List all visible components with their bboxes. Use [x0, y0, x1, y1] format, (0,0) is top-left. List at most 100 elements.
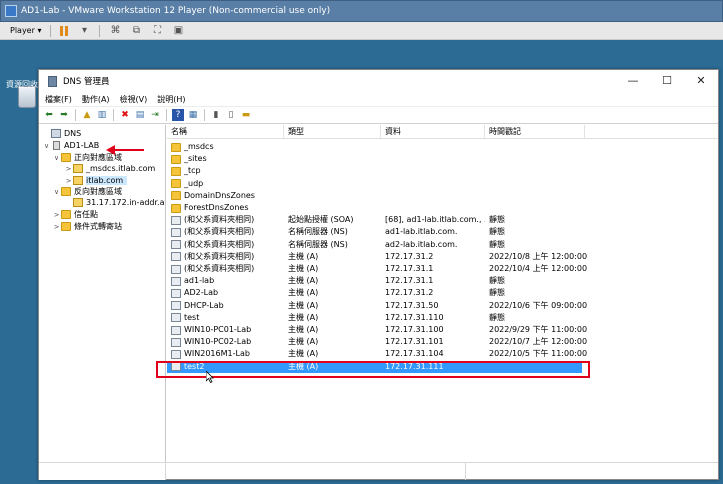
table-row[interactable]: _tcp: [167, 165, 718, 177]
table-row[interactable]: (和父系資料夾相同) 名稱伺服器 (NS) ad1-lab.itlab.com. 靜態: [167, 226, 718, 238]
dns-manager-window: DNS 管理員 — ☐ ✕ 檔案(F) 動作(A) 檢視(V) 說明(H) ⬅ …: [38, 69, 719, 480]
table-row[interactable]: test 主機 (A) 172.17.31.110 靜態: [167, 312, 718, 324]
column-header-data[interactable]: 資料: [381, 125, 485, 139]
dns-toolbar: ⬅ ➡ ▲ ▥ ✖ ▤ ⇥ ? ▦ ▮ ▯ ▬: [39, 106, 718, 124]
cell-type: [288, 202, 380, 214]
chevron-right-icon[interactable]: >: [64, 165, 73, 173]
back-icon[interactable]: ⬅: [43, 109, 55, 121]
cell-type: 主機 (A): [288, 337, 319, 347]
dropdown-icon[interactable]: ▾: [78, 25, 90, 37]
column-header-name[interactable]: 名稱: [167, 125, 284, 139]
tree-item-trust-points[interactable]: > 信任點: [52, 209, 98, 220]
table-row[interactable]: _udp: [167, 178, 718, 190]
folder-icon: [171, 203, 181, 213]
table-row[interactable]: WIN10-PC02-Lab 主機 (A) 172.17.31.101 2022/10…: [167, 336, 718, 348]
column-header-type[interactable]: 類型: [284, 125, 381, 139]
tree-item-itlab-zone[interactable]: > itlab.com: [64, 175, 128, 186]
dns-record-icon: [171, 264, 181, 274]
table-row[interactable]: (和父系資料夾相同) 起始點授權 (SOA) [68], ad1-lab.itlab…: [167, 214, 718, 226]
chevron-right-icon[interactable]: >: [52, 211, 61, 219]
forward-icon[interactable]: ➡: [58, 109, 70, 121]
cell-timestamp: 2022/10/5 下午 11:00:00: [489, 349, 588, 359]
table-row[interactable]: (和父系資料夾相同) 主機 (A) 172.17.31.1 2022/10/4 上午 …: [167, 263, 718, 275]
dns-record-icon: [171, 240, 181, 250]
table-row[interactable]: _sites: [167, 153, 718, 165]
chevron-down-icon[interactable]: ∨: [52, 188, 61, 196]
table-row[interactable]: (和父系資料夾相同) 主機 (A) 172.17.31.2 2022/10/8 上午 …: [167, 251, 718, 263]
record-list-pane: 名稱 類型 資料 時間戳記 _msdcs _sites _tcp _udp Domain…: [167, 125, 718, 480]
table-row[interactable]: ForestDnsZones: [167, 202, 718, 214]
tree-item-msdcs-zone[interactable]: > _msdcs.itlab.com: [64, 163, 155, 174]
toolbar-separator: [50, 24, 52, 37]
chevron-right-icon[interactable]: >: [52, 223, 61, 231]
cell-name: ForestDnsZones: [171, 202, 283, 214]
export-list-icon[interactable]: ⇥: [149, 109, 161, 121]
column-header-timestamp[interactable]: 時間戳記: [485, 125, 585, 139]
cell-timestamp: 2022/10/8 上午 12:00:00: [489, 251, 588, 261]
cell-data: 172.17.31.104: [385, 349, 444, 359]
table-row[interactable]: ad1-lab 主機 (A) 172.17.31.1 靜態: [167, 275, 718, 287]
cell-name: ad1-lab: [171, 275, 283, 287]
unity-icon[interactable]: ▣: [172, 25, 184, 37]
dns-record-icon: [171, 288, 181, 298]
cell-type: 主機 (A): [288, 300, 319, 310]
minimize-button[interactable]: —: [616, 70, 650, 92]
send-ctrl-alt-del-icon[interactable]: ⌘: [109, 25, 121, 37]
panel-icon[interactable]: ▦: [187, 109, 199, 121]
vm-toolbar: Player ▾ ▾ ⌘ ⧉ ⛶ ▣: [0, 22, 723, 40]
fullscreen-icon[interactable]: ⛶: [151, 25, 163, 37]
tree-item-reverse-zone-31[interactable]: 31.17.172.in-addr.a: [64, 197, 165, 208]
help-icon[interactable]: ?: [172, 109, 184, 121]
folder-icon: [61, 187, 71, 196]
delete-icon[interactable]: ✖: [119, 109, 131, 121]
cell-type: [288, 165, 380, 177]
recycle-bin-icon[interactable]: [14, 86, 40, 114]
cell-name: _msdcs: [171, 141, 283, 153]
cell-type: [288, 190, 380, 202]
cell-timestamp: [489, 141, 589, 153]
tree-item-ad1-lab[interactable]: ∨ AD1-LAB: [42, 140, 99, 151]
table-row[interactable]: WIN2016M1-Lab 主機 (A) 172.17.31.104 2022/10/…: [167, 348, 718, 360]
tree-item-conditional-forwarders[interactable]: > 條件式轉寄站: [52, 221, 122, 232]
table-row[interactable]: WIN10-PC01-Lab 主機 (A) 172.17.31.100 2022/9/…: [167, 324, 718, 336]
menu-action[interactable]: 動作(A): [82, 94, 110, 105]
cell-data: 172.17.31.1: [385, 264, 434, 273]
up-folder-icon[interactable]: ▲: [81, 109, 93, 121]
table-row[interactable]: DomainDnsZones: [167, 190, 718, 202]
record-icon[interactable]: ▯: [225, 109, 237, 121]
dns-window-title: DNS 管理員: [63, 77, 110, 87]
table-row[interactable]: AD2-Lab 主機 (A) 172.17.31.2 靜態: [167, 287, 718, 299]
close-button[interactable]: ✕: [684, 70, 718, 92]
cell-name: (和父系資料夾相同): [171, 251, 283, 263]
player-menu[interactable]: Player ▾: [10, 26, 41, 35]
table-row[interactable]: _msdcs: [167, 141, 718, 153]
menu-file[interactable]: 檔案(F): [45, 94, 72, 105]
removable-devices-icon[interactable]: ⧉: [130, 25, 142, 37]
tree-item-dns[interactable]: DNS: [42, 128, 81, 139]
show-hide-tree-icon[interactable]: ▥: [96, 109, 108, 121]
chevron-down-icon[interactable]: ∨: [52, 154, 61, 162]
cell-timestamp: [489, 202, 589, 214]
tree-item-reverse-zones[interactable]: ∨ 反向對應區域: [52, 186, 122, 197]
cell-type: 主機 (A): [288, 349, 319, 359]
cell-type: 起始點授權 (SOA): [288, 215, 354, 225]
cell-type: 主機 (A): [288, 325, 319, 334]
menubar: 檔案(F) 動作(A) 檢視(V) 說明(H): [39, 92, 718, 106]
cell-name: _udp: [171, 178, 283, 190]
maximize-button[interactable]: ☐: [650, 70, 684, 92]
pause-icon[interactable]: [60, 25, 69, 36]
properties-icon[interactable]: ▤: [134, 109, 146, 121]
folder-icon: [171, 191, 181, 201]
folder-icon[interactable]: ▬: [240, 109, 252, 121]
server-icon[interactable]: ▮: [210, 109, 222, 121]
chevron-down-icon[interactable]: ∨: [42, 142, 51, 150]
chevron-right-icon[interactable]: >: [64, 177, 73, 185]
cell-data: 172.17.31.110: [385, 312, 444, 322]
menu-view[interactable]: 檢視(V): [120, 94, 148, 105]
table-row[interactable]: DHCP-Lab 主機 (A) 172.17.31.50 2022/10/6 下午 0…: [167, 300, 718, 312]
cell-type: 主機 (A): [288, 276, 319, 286]
table-row[interactable]: (和父系資料夾相同) 名稱伺服器 (NS) ad2-lab.itlab.com. 靜態: [167, 239, 718, 251]
cell-timestamp: 2022/9/29 下午 11:00:00: [489, 325, 588, 334]
dns-record-icon: [171, 252, 181, 262]
menu-help[interactable]: 說明(H): [157, 94, 185, 105]
